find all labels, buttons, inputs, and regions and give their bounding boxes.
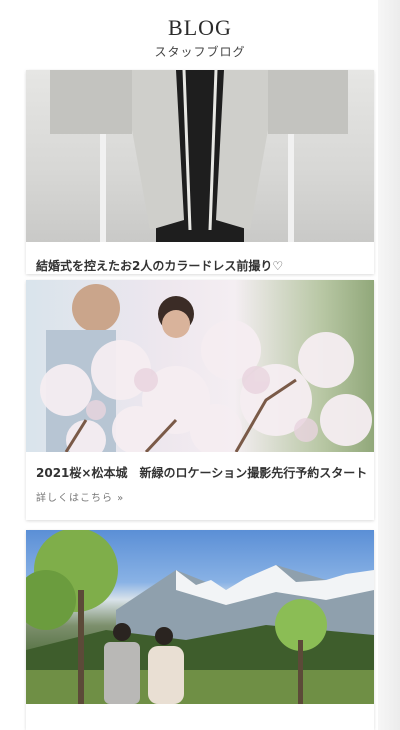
post-title[interactable]: 2021桜×松本城 新緑のロケーション撮影先行予約スタート xyxy=(26,452,374,481)
blog-post-card[interactable]: 2021桜×松本城 新緑のロケーション撮影先行予約スタート 詳しくはこちら » xyxy=(26,280,374,520)
right-gutter xyxy=(378,0,400,730)
blog-post-card[interactable] xyxy=(26,530,374,730)
page-title: BLOG xyxy=(168,15,232,40)
post-thumbnail-kimono[interactable] xyxy=(26,70,374,242)
post-thumbnail-sakura[interactable] xyxy=(26,280,374,452)
blog-header: BLOG スタッフブログ xyxy=(0,14,400,60)
page-subtitle: スタッフブログ xyxy=(154,45,246,59)
blog-page: BLOG スタッフブログ 結婚式を控えたお2人のカラードレス前撮り♡ 2021桜… xyxy=(0,0,400,730)
mountain-image xyxy=(26,530,374,704)
read-more-link[interactable]: 詳しくはこちら » xyxy=(26,481,374,504)
cherry-blossom-image xyxy=(40,284,372,452)
blog-post-card[interactable]: 結婚式を控えたお2人のカラードレス前撮り♡ xyxy=(26,70,374,274)
post-thumbnail-mountain[interactable] xyxy=(26,530,374,704)
post-title[interactable]: 結婚式を控えたお2人のカラードレス前撮り♡ xyxy=(26,242,374,274)
kimono-image xyxy=(50,70,348,242)
